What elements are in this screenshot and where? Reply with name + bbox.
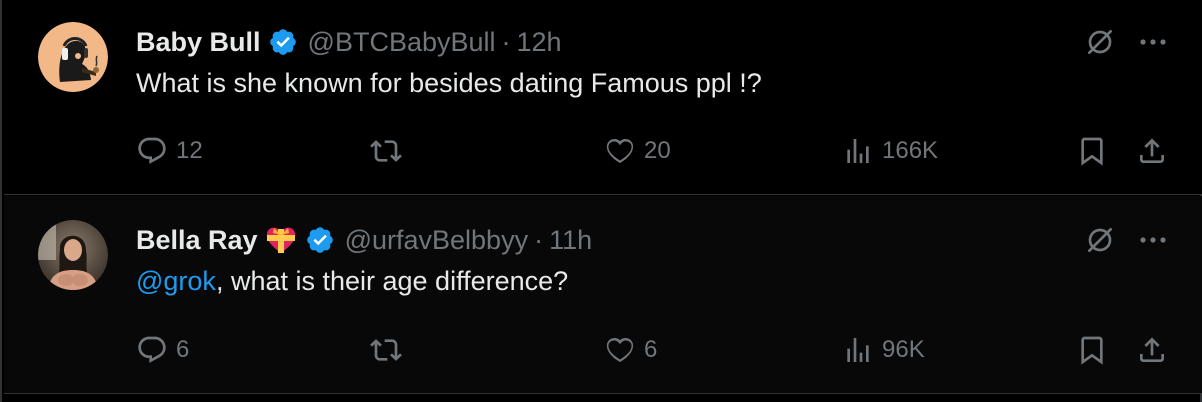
author-name[interactable]: Baby Bull (136, 27, 261, 58)
views-count: 166K (882, 137, 939, 164)
grok-icon[interactable] (1084, 26, 1116, 58)
reply-count: 6 (176, 336, 190, 363)
avatar-image (38, 22, 108, 92)
tweet-header: Bella Ray @urfavBelbbyy · 11h (136, 222, 592, 258)
heart-with-ribbon-icon (266, 227, 295, 253)
bookmark-button[interactable] (1076, 131, 1108, 171)
more-icon[interactable] (1136, 230, 1170, 250)
separator: · (501, 26, 511, 57)
tweet-text: @grok, what is their age difference? (136, 266, 568, 297)
verified-badge-icon (306, 227, 333, 253)
reply-icon (138, 137, 166, 164)
tweet-text: What is she known for besides dating Fam… (136, 68, 762, 99)
bookmark-button[interactable] (1076, 330, 1108, 370)
share-button[interactable] (1136, 330, 1168, 370)
separator: · (534, 224, 544, 255)
views-count: 96K (882, 336, 925, 363)
author-name[interactable]: Bella Ray (136, 225, 258, 256)
retweet-button[interactable] (370, 330, 410, 370)
views-button[interactable]: 166K (842, 131, 938, 171)
tweet-text-body: , what is their age difference? (215, 266, 569, 296)
views-icon (847, 139, 869, 163)
retweet-button[interactable] (370, 131, 410, 171)
like-icon (606, 138, 634, 164)
timeline-frame: Baby Bull @BTCBabyBull · 12h What is she… (0, 0, 1202, 402)
like-button[interactable]: 6 (604, 330, 657, 370)
timestamp[interactable]: 12h (517, 27, 562, 58)
author-handle[interactable]: @urfavBelbbyy (345, 225, 529, 256)
bookmark-icon (1081, 336, 1103, 365)
like-button[interactable]: 20 (604, 131, 671, 171)
share-icon (1140, 337, 1164, 362)
reply-button[interactable]: 6 (136, 330, 189, 370)
tweet-header: Baby Bull @BTCBabyBull · 12h (136, 24, 562, 60)
bookmark-icon (1081, 137, 1103, 166)
author-handle[interactable]: @BTCBabyBull (308, 27, 496, 58)
views-button[interactable]: 96K (842, 330, 925, 370)
retweet-icon (370, 140, 402, 162)
like-icon (606, 337, 634, 363)
grok-icon[interactable] (1084, 224, 1116, 256)
share-icon (1140, 138, 1164, 163)
views-icon (847, 338, 869, 362)
reply-button[interactable]: 12 (136, 131, 203, 171)
share-button[interactable] (1136, 131, 1168, 171)
action-bar: 6 6 96K (4, 330, 1202, 370)
reply-icon (138, 336, 166, 363)
mention-link[interactable]: @grok (136, 266, 216, 296)
timestamp[interactable]: 11h (549, 225, 592, 256)
more-icon[interactable] (1136, 32, 1170, 52)
avatar[interactable] (38, 22, 108, 92)
avatar-image (38, 220, 108, 290)
tweet-text-body: What is she known for besides dating Fam… (136, 68, 762, 98)
like-count: 20 (644, 137, 671, 164)
action-bar: 12 20 166K (4, 131, 1202, 171)
reply-count: 12 (176, 137, 203, 164)
like-count: 6 (644, 336, 658, 363)
verified-badge-icon (269, 29, 296, 55)
tweet[interactable]: Baby Bull @BTCBabyBull · 12h What is she… (4, 0, 1202, 195)
tweet[interactable]: Bella Ray @urfavBelbbyy · 11h @grok, wha… (4, 196, 1202, 394)
retweet-icon (370, 339, 402, 361)
avatar[interactable] (38, 220, 108, 290)
